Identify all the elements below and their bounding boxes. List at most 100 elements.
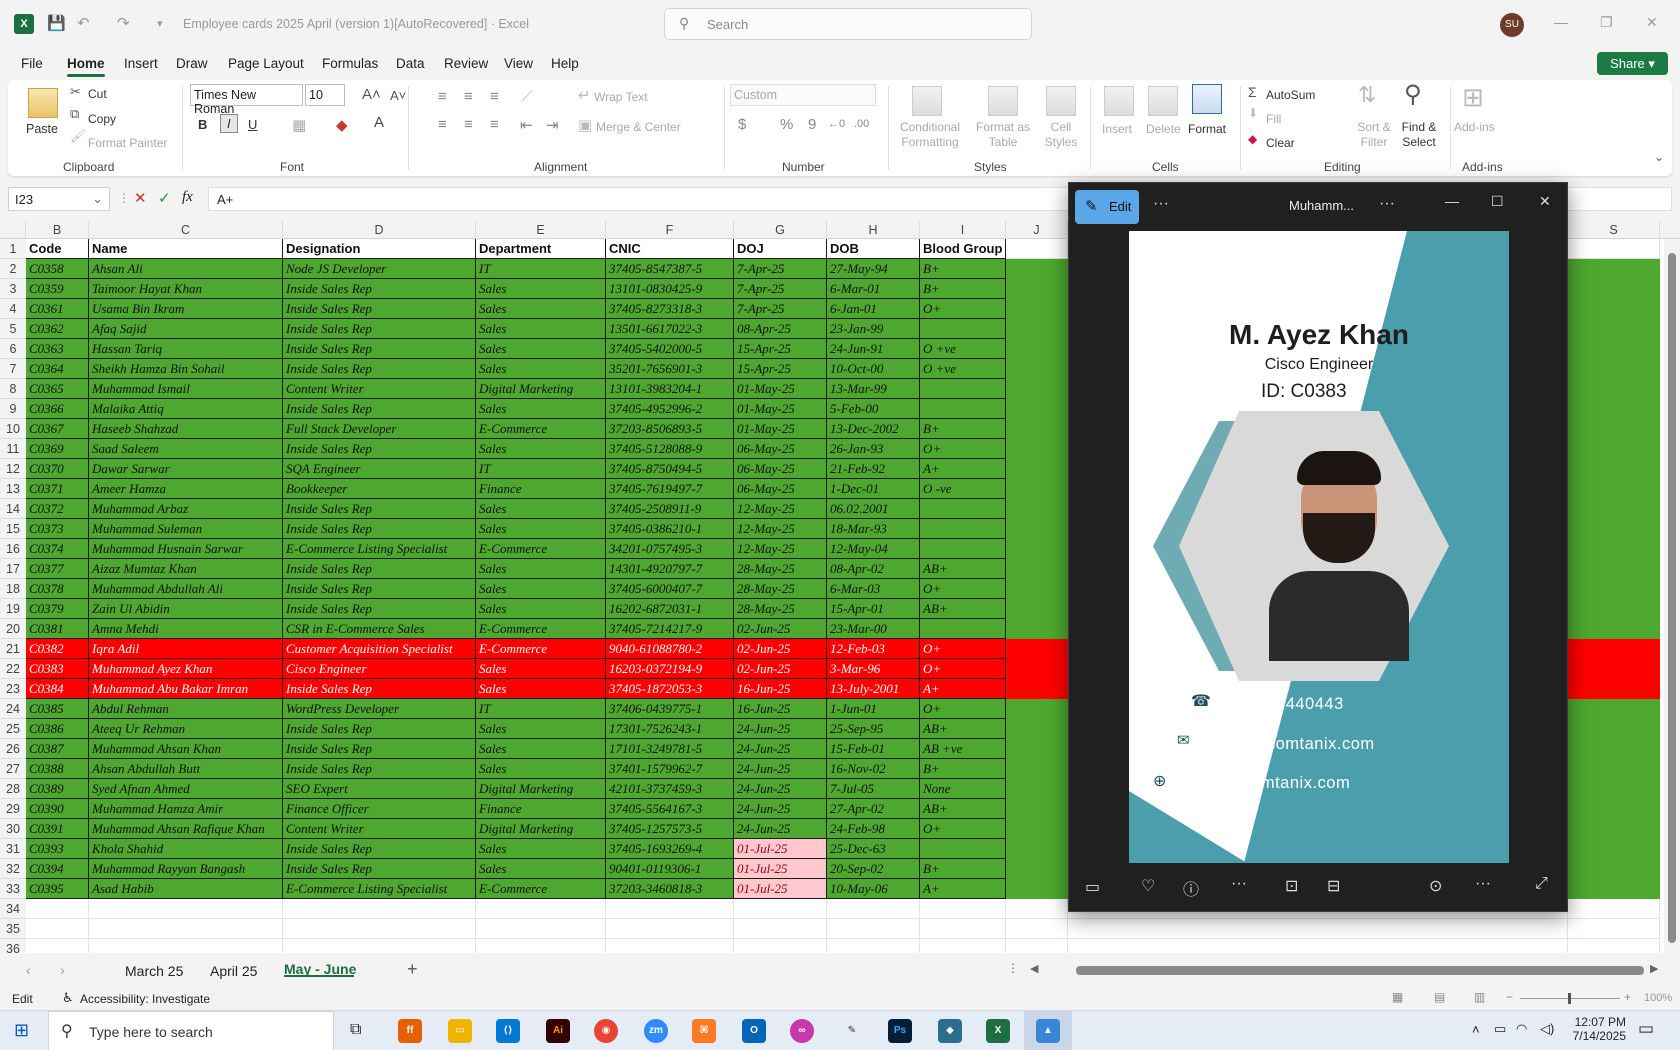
table-cell[interactable]: 25-Sep-95	[827, 719, 920, 739]
table-cell[interactable]: 13101-3983204-1	[606, 379, 734, 399]
empty-cell[interactable]	[920, 919, 1006, 939]
format-cells-button[interactable]: Format	[1188, 122, 1226, 136]
empty-cell[interactable]	[26, 939, 89, 953]
row-number[interactable]: 16	[0, 539, 26, 559]
row-number[interactable]: 11	[0, 439, 26, 459]
table-cell[interactable]: A+	[920, 879, 1006, 899]
table-cell[interactable]	[920, 619, 1006, 639]
empty-cell[interactable]	[89, 919, 283, 939]
row-number[interactable]: 15	[0, 519, 26, 539]
volume-icon[interactable]: ◁)	[1540, 1021, 1554, 1037]
table-cell[interactable]: Inside Sales Rep	[283, 759, 476, 779]
table-cell[interactable]: E-Commerce	[476, 879, 606, 899]
select-all-corner[interactable]	[0, 221, 26, 239]
show-hidden-icons-icon[interactable]: ˄	[1472, 1022, 1480, 1037]
table-cell[interactable]: O+	[920, 579, 1006, 599]
conditional-formatting-button[interactable]: Conditional Formatting	[896, 120, 964, 150]
table-cell[interactable]: 28-May-25	[734, 599, 827, 619]
empty-cell[interactable]	[734, 939, 827, 953]
table-cell[interactable]: E-Commerce	[476, 419, 606, 439]
table-cell[interactable]: Aizaz Mumtaz Khan	[89, 559, 283, 579]
table-cell[interactable]: O+	[920, 299, 1006, 319]
tab-data[interactable]: Data	[396, 56, 425, 71]
table-cell[interactable]: IT	[476, 459, 606, 479]
row-number[interactable]: 28	[0, 779, 26, 799]
zoom-level[interactable]: 100%	[1644, 992, 1672, 1004]
table-cell[interactable]: 24-Jun-25	[734, 799, 827, 819]
table-cell[interactable]: 08-Apr-02	[827, 559, 920, 579]
table-cell[interactable]: Sales	[476, 659, 606, 679]
row-number[interactable]: 5	[0, 319, 26, 339]
restore-icon[interactable]: ❐	[1600, 14, 1613, 31]
redo-icon[interactable]: ↷	[117, 14, 130, 32]
table-cell[interactable]: Digital Marketing	[476, 819, 606, 839]
sheet-tab[interactable]: April 25	[210, 963, 257, 979]
column-title-cell[interactable]: DOB	[827, 239, 920, 259]
table-cell[interactable]: Sales	[476, 279, 606, 299]
align-middle-icon[interactable]: ≡	[464, 88, 473, 105]
column-header[interactable]: B	[26, 221, 89, 239]
illustrator-icon[interactable]: Ai	[546, 1019, 570, 1043]
table-cell[interactable]: 12-May-25	[734, 499, 827, 519]
row-number[interactable]: 6	[0, 339, 26, 359]
close-icon[interactable]: ✕	[1539, 193, 1551, 210]
format-as-table-button[interactable]: Format as Table	[974, 120, 1032, 150]
zoom-out-icon[interactable]: −	[1506, 990, 1513, 1004]
table-cell[interactable]: Sales	[476, 439, 606, 459]
table-cell[interactable]: O+	[920, 659, 1006, 679]
table-cell[interactable]: Node JS Developer	[283, 259, 476, 279]
table-cell[interactable]: 37405-5402000-5	[606, 339, 734, 359]
table-cell[interactable]: Usama Bin Ikram	[89, 299, 283, 319]
empty-cell[interactable]	[1568, 899, 1660, 919]
row-number[interactable]: 10	[0, 419, 26, 439]
table-cell[interactable]: 7-Apr-25	[734, 259, 827, 279]
table-cell[interactable]: 37405-5128088-9	[606, 439, 734, 459]
share-button[interactable]: Share ▾	[1597, 52, 1668, 75]
decrease-indent-icon[interactable]: ⇤	[520, 116, 533, 134]
cut-button[interactable]: Cut	[88, 87, 107, 101]
row-number[interactable]: 30	[0, 819, 26, 839]
table-cell[interactable]: Full Stack Developer	[283, 419, 476, 439]
table-cell[interactable]: Sales	[476, 299, 606, 319]
table-cell[interactable]: 10-Oct-00	[827, 359, 920, 379]
table-cell[interactable]: Muhammad Ahsan Khan	[89, 739, 283, 759]
table-cell[interactable]: Khola Shahid	[89, 839, 283, 859]
table-cell[interactable]: 6-Mar-01	[827, 279, 920, 299]
table-cell[interactable]: Inside Sales Rep	[283, 559, 476, 579]
table-cell[interactable]: 10-May-06	[827, 879, 920, 899]
table-cell[interactable]: Inside Sales Rep	[283, 839, 476, 859]
merge-center-button[interactable]: Merge & Center	[596, 120, 681, 134]
collapse-ribbon-icon[interactable]: ⌄	[1654, 150, 1664, 164]
minimize-icon[interactable]: —	[1445, 193, 1459, 209]
table-cell[interactable]: C0358	[26, 259, 89, 279]
table-cell[interactable]: C0366	[26, 399, 89, 419]
table-cell[interactable]: 23-Jan-99	[827, 319, 920, 339]
table-cell[interactable]: C0387	[26, 739, 89, 759]
table-cell[interactable]: Bookkeeper	[283, 479, 476, 499]
table-cell[interactable]: 37405-6000407-7	[606, 579, 734, 599]
edit-button[interactable]: ✎ Edit	[1075, 190, 1139, 224]
table-cell[interactable]: 13-July-2001	[827, 679, 920, 699]
table-cell[interactable]: C0385	[26, 699, 89, 719]
table-cell[interactable]: Inside Sales Rep	[283, 399, 476, 419]
table-cell[interactable]: Sheikh Hamza Bin Sohail	[89, 359, 283, 379]
task-view-icon[interactable]: ⧉	[350, 1021, 361, 1039]
table-cell[interactable]: Muhammad Hamza Amir	[89, 799, 283, 819]
table-cell[interactable]: Ahsan Abdullah Butt	[89, 759, 283, 779]
table-cell[interactable]: Hassan Tariq	[89, 339, 283, 359]
table-cell[interactable]: B+	[920, 859, 1006, 879]
info-icon[interactable]: ⓘ	[1183, 876, 1199, 900]
number-format-dropdown[interactable]: Custom	[730, 84, 876, 106]
table-cell[interactable]: C0373	[26, 519, 89, 539]
table-cell[interactable]: C0364	[26, 359, 89, 379]
empty-cell[interactable]	[606, 899, 734, 919]
row-number[interactable]: 3	[0, 279, 26, 299]
notifications-icon[interactable]: ▭	[1638, 1019, 1654, 1039]
table-cell[interactable]: Inside Sales Rep	[283, 319, 476, 339]
table-cell[interactable]: C0393	[26, 839, 89, 859]
wifi-icon[interactable]: ◠	[1516, 1021, 1527, 1037]
table-cell[interactable]: 02-Jun-25	[734, 619, 827, 639]
table-cell[interactable]: Muhammad Suleman	[89, 519, 283, 539]
table-cell[interactable]: 17101-3249781-5	[606, 739, 734, 759]
empty-cell[interactable]	[1568, 239, 1660, 259]
